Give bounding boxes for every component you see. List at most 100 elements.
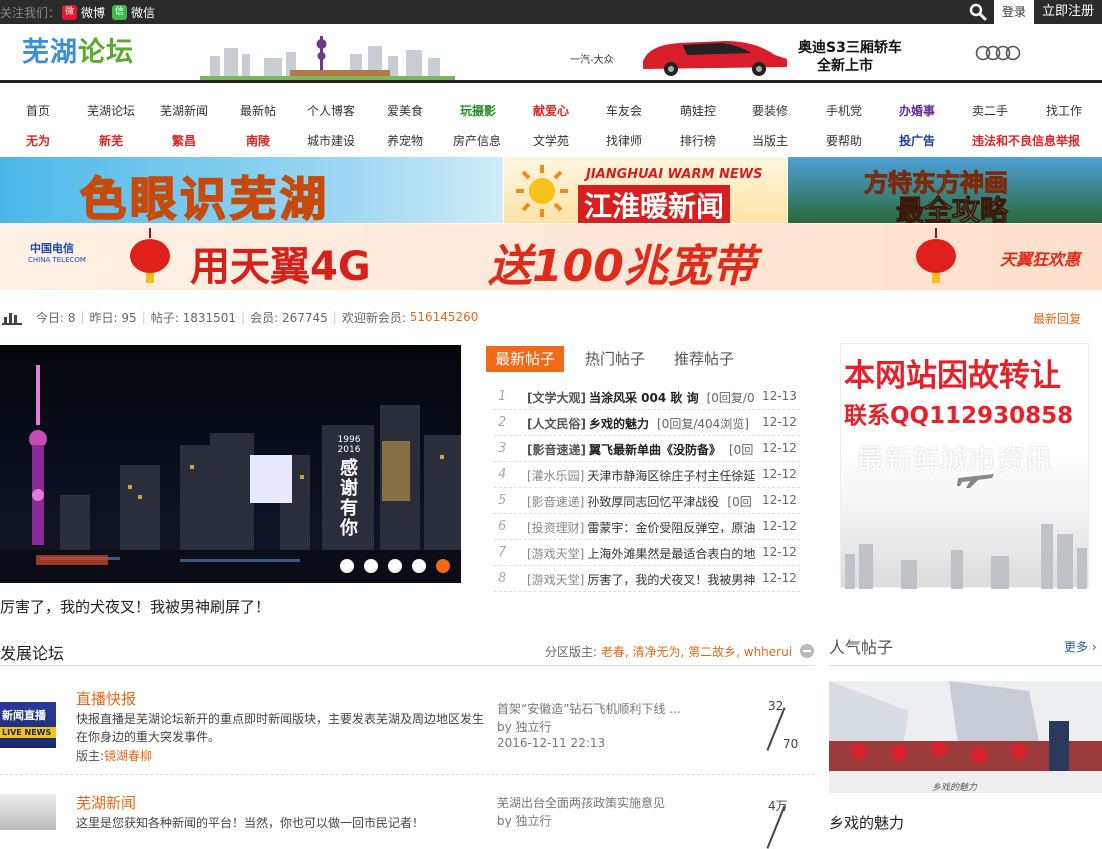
post-title-wrap[interactable]: [游戏天堂] 厉害了，我的犬夜叉！我被男神 xyxy=(527,571,755,588)
post-category: [游戏天堂] xyxy=(527,573,585,587)
nav-item-r2-1[interactable]: 新芜 xyxy=(99,132,123,149)
post-title-wrap[interactable]: [投资理财] 雷蒙宇：金价受阻反弹空，原油 xyxy=(527,519,755,536)
slider-dot[interactable] xyxy=(388,559,402,573)
banner-china-telecom[interactable]: 中国电信 CHINA TELECOM 用天翼4G 送100兆宽带 天翼狂欢惠 xyxy=(0,224,1102,290)
slider-dot[interactable] xyxy=(412,559,426,573)
forum-last-post-author[interactable]: by 独立行 xyxy=(497,812,552,829)
post-category: [灌水乐园] xyxy=(527,469,585,483)
nav-item-r2-13[interactable]: 违法和不良信息举报 xyxy=(972,132,1080,149)
nav-item-r2-2[interactable]: 繁昌 xyxy=(172,132,196,149)
post-title: 孙致厚同志回忆平津战役 xyxy=(587,495,720,509)
slider-dot[interactable] xyxy=(340,559,354,573)
collapse-icon[interactable] xyxy=(799,643,815,659)
hot-more-link[interactable]: 更多 › xyxy=(1064,638,1097,655)
post-category: [文学大观] xyxy=(527,391,586,405)
nav-item-r2-0[interactable]: 无为 xyxy=(26,132,50,149)
billboard: 1996 2016 感谢有你 xyxy=(327,435,371,545)
post-item[interactable]: 8 [游戏天堂] 厉害了，我的犬夜叉！我被男神 12-12 xyxy=(494,566,800,592)
nav-item-r1-7[interactable]: 献爱心 xyxy=(533,102,569,119)
slider-dot[interactable] xyxy=(364,559,378,573)
post-date: 12-12 xyxy=(762,545,797,559)
forum-section-title: 发展论坛 xyxy=(0,644,65,663)
forum-last-post-title[interactable]: 芜湖出台全面两孩政策实施意见 xyxy=(497,794,665,811)
register-button[interactable]: 立即注册 xyxy=(1034,0,1102,24)
forum-name[interactable]: 直播快报 xyxy=(76,688,136,709)
banner-fantawild[interactable]: 方特东方神画 最全攻略 xyxy=(788,157,1102,223)
post-item[interactable]: 5 [影音速递] 孙致厚同志回忆平津战役 [0回 12-12 xyxy=(494,488,800,514)
nav-item-r2-6[interactable]: 房产信息 xyxy=(453,132,501,149)
nav-item-r2-12[interactable]: 投广告 xyxy=(899,132,935,149)
nav-item-r2-9[interactable]: 排行榜 xyxy=(680,132,716,149)
nav-item-r1-14[interactable]: 找工作 xyxy=(1046,102,1082,119)
post-date: 12-12 xyxy=(762,571,797,585)
forum-thumbnail: 新闻直播 LIVE NEWS xyxy=(0,702,56,748)
post-rank: 3 xyxy=(498,441,507,456)
post-item[interactable]: 7 [游戏天堂] 上海外滩果然是最适合表白的地 12-12 xyxy=(494,540,800,566)
nav-item-r1-9[interactable]: 萌娃控 xyxy=(680,102,716,119)
nav-item-r1-0[interactable]: 首页 xyxy=(26,102,50,119)
post-title-wrap[interactable]: [影音速递] 翼飞最新单曲《没防备》 [0回 xyxy=(527,441,755,458)
slider-dot[interactable] xyxy=(436,559,450,573)
nav-item-r1-3[interactable]: 最新帖 xyxy=(240,102,276,119)
nav-item-r1-10[interactable]: 要装修 xyxy=(752,102,788,119)
billboard-text: 感谢有你 xyxy=(340,458,358,539)
post-item[interactable]: 4 [灌水乐园] 天津市静海区徐庄子村主任徐延 12-12 xyxy=(494,462,800,488)
banner-jianghuai-news[interactable]: JIANGHUAI WARM NEWS 江淮暖新闻 xyxy=(504,157,787,223)
nav-item-r2-3[interactable]: 南陵 xyxy=(246,132,270,149)
moderators-label: 分区版主: xyxy=(545,645,598,659)
new-member-link[interactable]: 516145260 xyxy=(410,310,479,324)
forum-last-post-author[interactable]: by 独立行 xyxy=(497,718,552,735)
nav-item-r2-11[interactable]: 要帮助 xyxy=(826,132,862,149)
forum-last-post-title[interactable]: 首架“安徽造”钻石飞机顺利下线 ... xyxy=(497,700,681,717)
banner-1-text: 色眼识芜湖 xyxy=(79,171,330,223)
nav-item-r2-8[interactable]: 找律师 xyxy=(606,132,642,149)
post-title-wrap[interactable]: [人文民俗] 乡戏的魅力 [0回复/404浏览] xyxy=(527,415,755,432)
post-item[interactable]: 1 [文学大观] 当涂风采 004 耿 询 [0回复/0 12-13 xyxy=(494,384,800,410)
nav-item-r1-12[interactable]: 办婚事 xyxy=(899,102,935,119)
slider-dots xyxy=(340,559,450,573)
hot-post-image[interactable]: 乡戏的魅力 xyxy=(829,681,1102,793)
tab-2[interactable]: 推荐帖子 xyxy=(674,346,734,372)
post-title-wrap[interactable]: [文学大观] 当涂风采 004 耿 询 [0回复/0 xyxy=(527,389,755,406)
nav-item-r1-11[interactable]: 手机党 xyxy=(826,102,862,119)
nav-item-r1-8[interactable]: 车友会 xyxy=(606,102,642,119)
moderators-names[interactable]: 老春, 清净无为, 第二故乡, whherui xyxy=(601,645,792,659)
nav-item-r2-7[interactable]: 文学苑 xyxy=(533,132,569,149)
site-logo[interactable]: 芜湖论坛 xyxy=(22,30,134,69)
forum-moderator-name[interactable]: 镜湖春柳 xyxy=(104,749,152,763)
post-title: 天津市静海区徐庄子村主任徐延 xyxy=(587,469,755,483)
forum-row[interactable]: 芜湖新闻 这里是您获知各种新闻的平台！当然，你也可以做一回市民记者！ 芜湖出台全… xyxy=(0,776,815,849)
post-title-wrap[interactable]: [游戏天堂] 上海外滩果然是最适合表白的地 xyxy=(527,545,755,562)
post-item[interactable]: 3 [影音速递] 翼飞最新单曲《没防备》 [0回 12-12 xyxy=(494,436,800,462)
search-button[interactable] xyxy=(962,0,994,24)
nav-item-r2-4[interactable]: 城市建设 xyxy=(307,132,355,149)
tab-1[interactable]: 热门帖子 xyxy=(585,346,645,372)
login-button[interactable]: 登录 xyxy=(994,0,1034,24)
tab-0[interactable]: 最新帖子 xyxy=(486,346,565,372)
nav-item-r2-5[interactable]: 养宠物 xyxy=(387,132,423,149)
forum-row[interactable]: 新闻直播 LIVE NEWS 直播快报 快报直播是芜湖论坛新开的重点即时新闻版块… xyxy=(0,680,815,775)
nav-item-r1-1[interactable]: 芜湖论坛 xyxy=(87,102,135,119)
slide-caption[interactable]: 厉害了，我的犬夜叉！我被男神刷屏了！ xyxy=(0,596,270,617)
banner-wuhu-eyes[interactable]: 色眼识芜湖 xyxy=(0,157,503,223)
nav-item-r1-2[interactable]: 芜湖新闻 xyxy=(160,102,208,119)
weibo-link[interactable]: 微 微博 xyxy=(62,4,105,21)
post-title-wrap[interactable]: [影音速递] 孙致厚同志回忆平津战役 [0回 xyxy=(527,493,755,510)
image-slider[interactable]: 1996 2016 感谢有你 xyxy=(0,345,461,583)
nav-item-r1-4[interactable]: 个人博客 xyxy=(307,102,355,119)
slide-image xyxy=(0,345,461,583)
latest-reply-link[interactable]: 最新回复 xyxy=(1033,310,1081,327)
post-item[interactable]: 6 [投资理财] 雷蒙宇：金价受阻反弹空，原油 12-12 xyxy=(494,514,800,540)
chevron-right-icon: › xyxy=(1091,640,1097,654)
post-item[interactable]: 2 [人文民俗] 乡戏的魅力 [0回复/404浏览] 12-12 xyxy=(494,410,800,436)
forum-thumbnail xyxy=(0,794,56,830)
nav-item-r1-5[interactable]: 爱美食 xyxy=(387,102,423,119)
nav-item-r1-13[interactable]: 卖二手 xyxy=(972,102,1008,119)
post-title-wrap[interactable]: [灌水乐园] 天津市静海区徐庄子村主任徐延 xyxy=(527,467,755,484)
post-rank: 5 xyxy=(498,493,507,508)
audi-ad-banner[interactable]: 一汽-大众 奥迪S3三厢轿车 全新上市 xyxy=(565,27,1035,77)
nav-item-r1-6[interactable]: 玩摄影 xyxy=(460,102,496,119)
weixin-link[interactable]: 信 微信 xyxy=(112,4,155,21)
forum-name[interactable]: 芜湖新闻 xyxy=(76,792,136,813)
nav-item-r2-10[interactable]: 当版主 xyxy=(752,132,788,149)
